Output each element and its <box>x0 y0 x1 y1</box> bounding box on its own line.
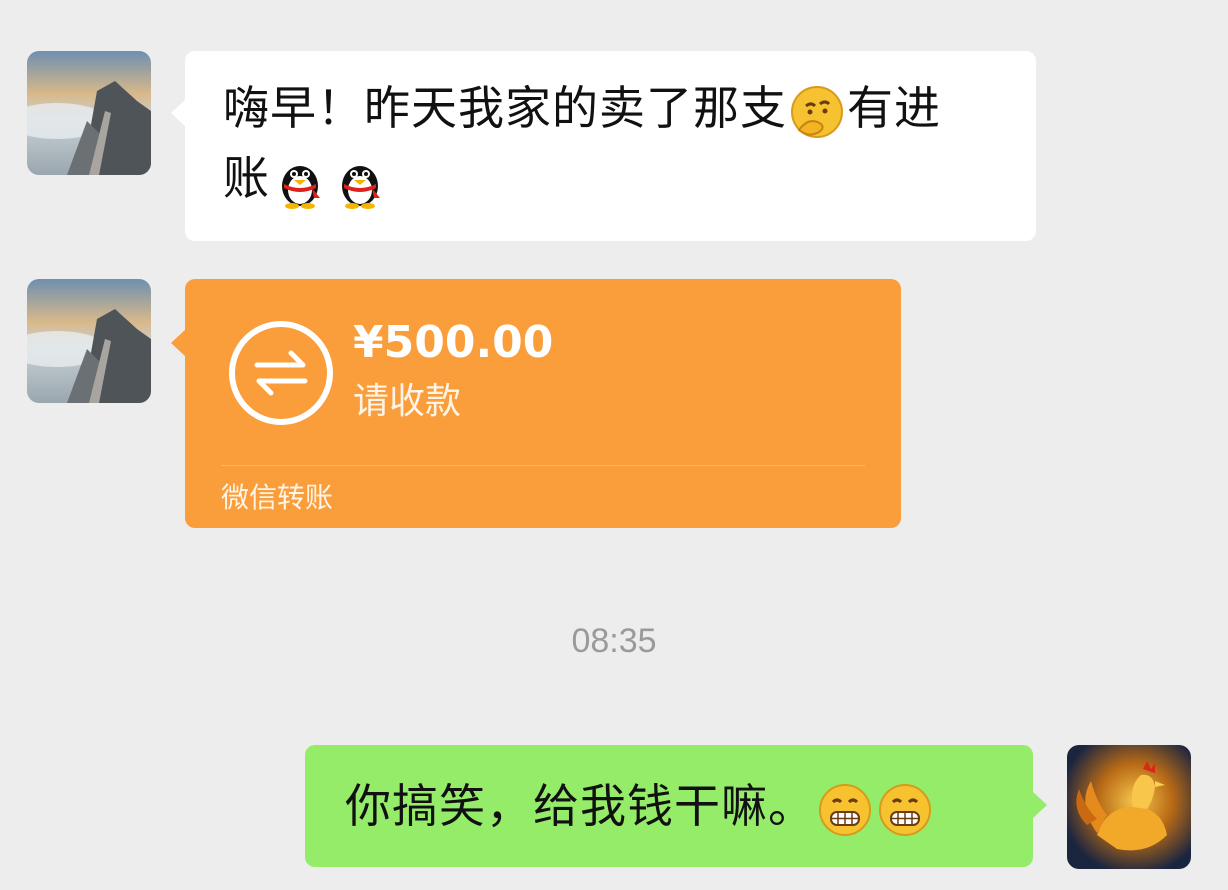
bubble-tail <box>171 329 186 357</box>
bubble-tail <box>1032 791 1047 819</box>
mountain-landscape-avatar <box>27 51 151 175</box>
transfer-status: 请收款 <box>353 381 462 422</box>
self-avatar[interactable] <box>1067 745 1191 869</box>
outgoing-message-bubble[interactable]: 你搞笑，给我钱干嘛。 <box>305 745 1047 867</box>
message-timestamp: 08:35 <box>571 622 657 660</box>
bubble-tail <box>171 99 186 127</box>
penguin-emoji <box>332 154 388 210</box>
message-line-1-suffix: 有进 <box>847 81 941 135</box>
mountain-landscape-avatar <box>27 279 151 403</box>
divider <box>221 465 865 466</box>
message-line-1: 嗨早！昨天我家的卖了那支 <box>223 81 787 135</box>
contact-avatar[interactable] <box>27 279 151 403</box>
message-line-2: 账 <box>223 151 270 205</box>
golden-rooster-avatar <box>1067 745 1191 869</box>
contact-avatar[interactable] <box>27 51 151 175</box>
transfer-arrows-icon <box>229 321 333 425</box>
transfer-footer: 微信转账 <box>221 481 334 514</box>
reply-text: 你搞笑，给我钱干嘛。 <box>345 779 815 833</box>
penguin-emoji <box>272 154 328 210</box>
incoming-message-bubble[interactable]: 嗨早！昨天我家的卖了那支 有进 账 <box>171 51 1036 241</box>
message-text: 你搞笑，给我钱干嘛。 <box>345 771 1025 841</box>
grin-emoji <box>877 782 933 838</box>
message-text: 嗨早！昨天我家的卖了那支 有进 账 <box>223 73 1013 213</box>
transfer-amount: ¥500.00 <box>353 317 554 368</box>
transfer-message-bubble[interactable]: ¥500.00 请收款 微信转账 <box>171 279 901 528</box>
thinking-emoji <box>789 84 845 140</box>
grin-emoji <box>817 782 873 838</box>
